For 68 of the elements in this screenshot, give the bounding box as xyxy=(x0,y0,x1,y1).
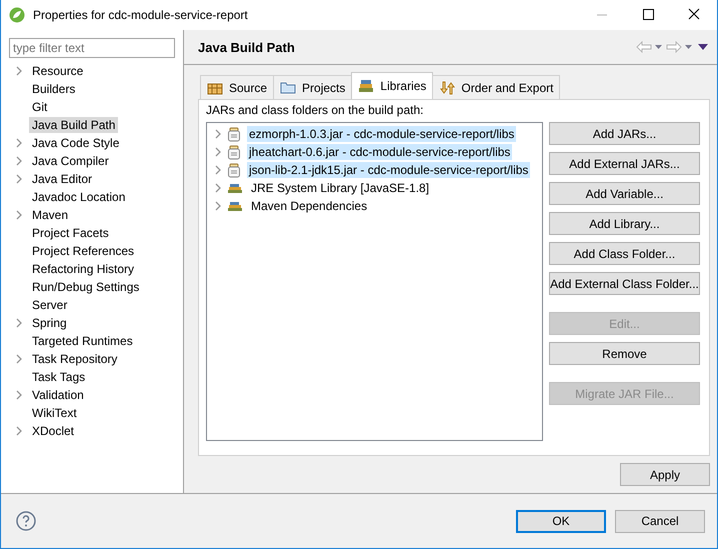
library-entry[interactable]: ezmorph-1.0.3.jar - cdc-module-service-report/libs xyxy=(247,126,516,142)
jar-icon xyxy=(227,144,241,160)
sidebar-item[interactable]: Java Editor xyxy=(29,171,96,187)
library-entry[interactable]: jheatchart-0.6.jar - cdc-module-service-report/libs xyxy=(247,144,512,160)
chevron-icon[interactable] xyxy=(16,66,22,76)
chevron-icon[interactable] xyxy=(16,318,22,328)
sidebar-item[interactable]: Javadoc Location xyxy=(29,189,128,205)
back-arrow-icon[interactable] xyxy=(636,41,652,54)
chevron-icon[interactable] xyxy=(215,129,221,140)
sidebar-item[interactable]: Java Compiler xyxy=(29,153,112,169)
sidebar-item[interactable]: WikiText xyxy=(29,405,80,421)
page-title: Java Build Path xyxy=(198,40,296,55)
tab[interactable]: Source xyxy=(200,75,274,100)
folder-icon xyxy=(280,81,296,94)
window-title: Properties for cdc-module-service-report xyxy=(33,8,249,22)
chevron-icon[interactable] xyxy=(215,165,221,176)
library-entry[interactable]: Maven Dependencies xyxy=(249,198,370,214)
jar-icon xyxy=(227,126,241,142)
side-button[interactable]: Add Class Folder... xyxy=(549,242,700,266)
package-icon xyxy=(207,80,223,95)
side-button[interactable]: Add JARs... xyxy=(549,122,700,146)
side-button[interactable]: Add External JARs... xyxy=(549,152,700,176)
forward-arrow-icon[interactable] xyxy=(666,41,682,54)
side-button[interactable]: Remove xyxy=(549,342,700,366)
library-entry[interactable]: json-lib-2.1-jdk15.jar - cdc-module-service-report/libs xyxy=(247,162,530,178)
sidebar-item[interactable]: Resource xyxy=(29,63,86,79)
chevron-icon[interactable] xyxy=(215,201,221,212)
tab[interactable]: Order and Export xyxy=(432,75,560,100)
sidebar-item[interactable]: Project References xyxy=(29,243,138,259)
sidebar-item[interactable]: Task Repository xyxy=(29,351,120,367)
side-button[interactable]: Add Library... xyxy=(549,212,700,236)
chevron-icon[interactable] xyxy=(16,426,22,436)
apply-button[interactable]: Apply xyxy=(620,463,710,486)
dialog-button[interactable]: OK xyxy=(516,510,606,532)
sidebar-item[interactable]: Builders xyxy=(29,81,78,97)
sidebar-item[interactable]: Project Facets xyxy=(29,225,112,241)
jar-icon xyxy=(227,162,241,178)
up-down-arrows-icon xyxy=(439,80,456,95)
tab[interactable]: Libraries xyxy=(351,72,434,100)
sidebar-item[interactable]: Task Tags xyxy=(29,369,88,385)
sidebar-item[interactable]: Java Build Path xyxy=(29,117,118,133)
books-icon xyxy=(227,182,243,194)
books-icon xyxy=(358,79,374,94)
chevron-icon[interactable] xyxy=(215,183,221,194)
dialog-button[interactable]: Cancel xyxy=(615,510,705,532)
side-button[interactable]: Add Variable... xyxy=(549,182,700,206)
sidebar-item[interactable]: Java Code Style xyxy=(29,135,122,151)
library-entry[interactable]: JRE System Library [JavaSE-1.8] xyxy=(249,180,432,196)
sidebar-item[interactable]: Validation xyxy=(29,387,87,403)
help-icon[interactable] xyxy=(16,511,36,531)
list-caption: JARs and class folders on the build path: xyxy=(206,103,424,118)
side-button[interactable]: Add External Class Folder... xyxy=(549,272,700,296)
filter-field[interactable]: type filter text xyxy=(9,38,175,58)
chevron-icon[interactable] xyxy=(16,210,22,220)
sidebar-item[interactable]: Run/Debug Settings xyxy=(29,279,142,295)
sidebar-item[interactable]: Maven xyxy=(29,207,72,223)
chevron-icon[interactable] xyxy=(16,390,22,400)
sidebar-item[interactable]: Targeted Runtimes xyxy=(29,333,136,349)
view-menu-icon[interactable] xyxy=(696,42,710,52)
chevron-icon[interactable] xyxy=(16,354,22,364)
sidebar-item[interactable]: Git xyxy=(29,99,50,115)
spring-leaf-icon xyxy=(9,7,25,23)
sidebar-item[interactable]: Spring xyxy=(29,315,70,331)
books-icon xyxy=(227,200,243,212)
sidebar-item[interactable]: Server xyxy=(29,297,70,313)
sidebar-item[interactable]: XDoclet xyxy=(29,423,78,439)
chevron-icon[interactable] xyxy=(215,147,221,158)
sidebar-item[interactable]: Refactoring History xyxy=(29,261,138,277)
